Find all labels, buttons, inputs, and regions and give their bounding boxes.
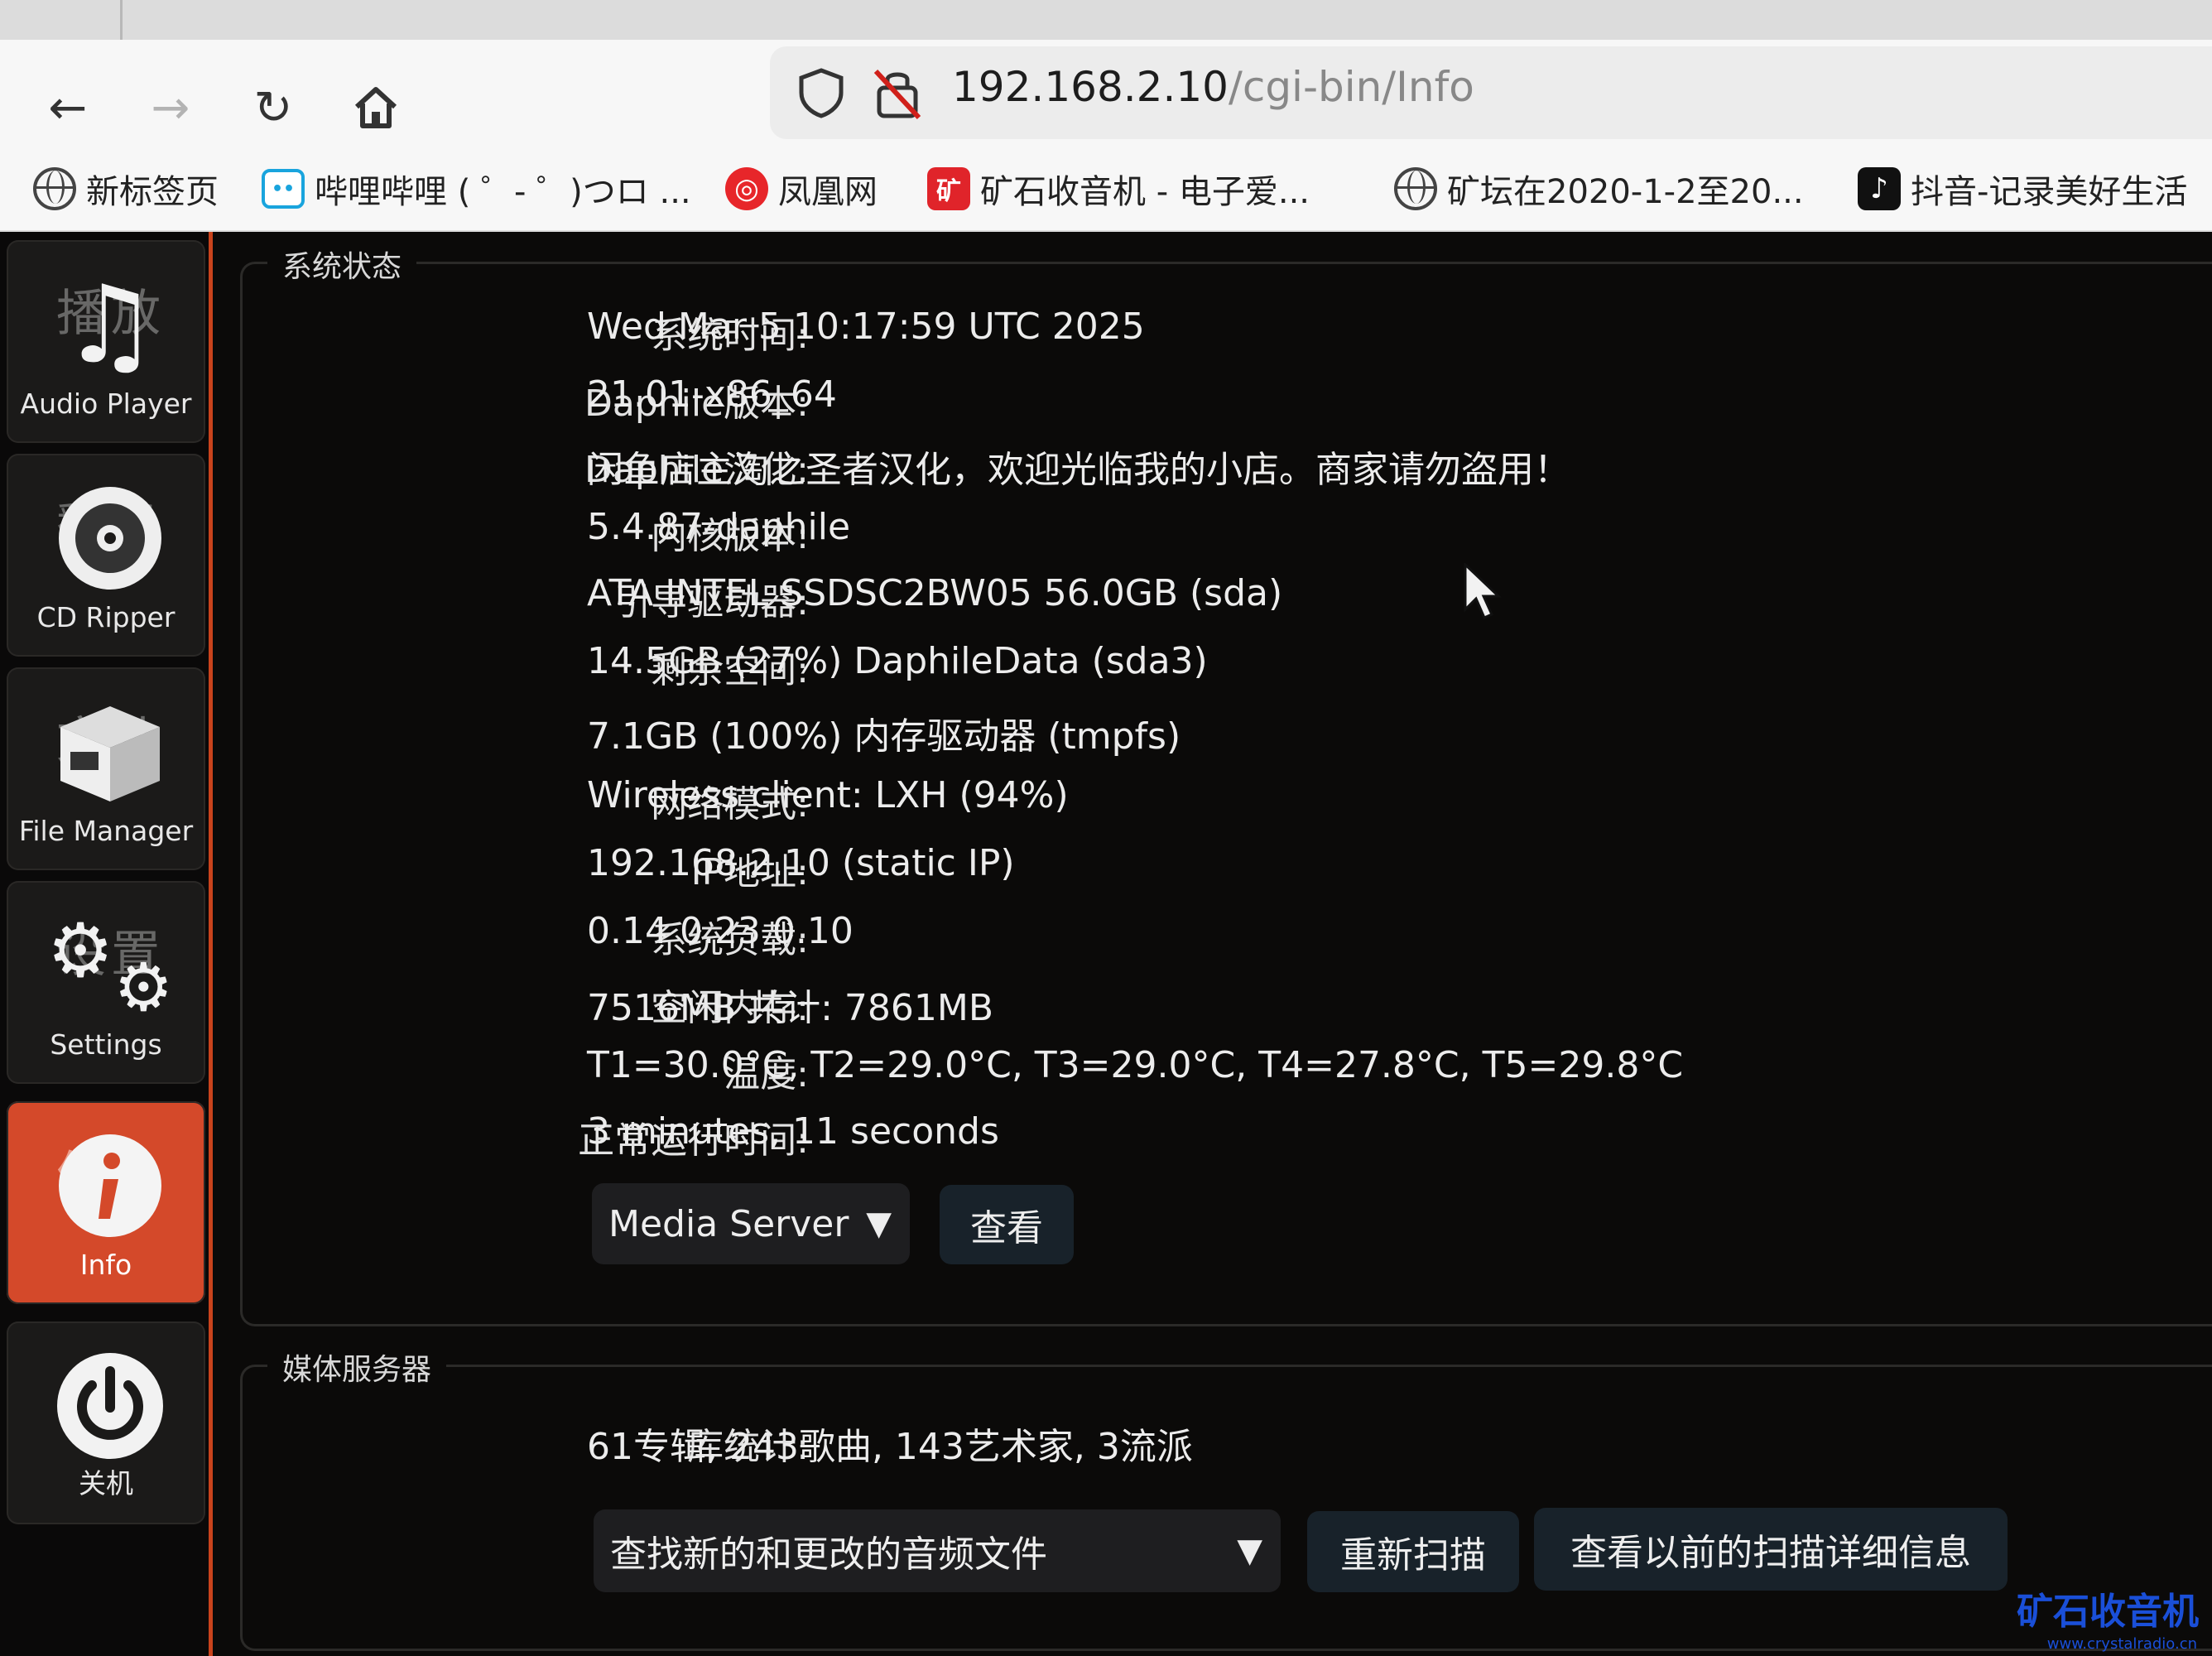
- media-value: 61专辑, 243歌曲, 143艺术家, 3流派: [587, 1426, 1193, 1468]
- status-row-free-space-ram: 7.1GB (100%) 内存驱动器 (tmpfs): [243, 706, 2212, 758]
- status-value: 14.5GB (27%) DaphileData (sda3): [587, 640, 1208, 682]
- view-scan-details-button[interactable]: 查看以前的扫描详细信息: [1534, 1508, 2008, 1591]
- sidebar-item-audio-player[interactable]: 播放 ♫ Audio Player: [7, 240, 205, 443]
- media-server-panel: 媒体服务器 库统计: 61专辑, 243歌曲, 143艺术家, 3流派 重新扫描…: [240, 1346, 2212, 1651]
- status-row-load: 系统负载: 0.14 0.23 0.10: [243, 910, 2212, 961]
- watermark: 矿石收音机: [2017, 1591, 2199, 1633]
- status-value: 闲鱼店主淘之圣者汉化，欢迎光临我的小店。商家请勿盗用！: [587, 449, 1570, 491]
- sidebar-item-file-manager[interactable]: 文件 File Manager: [7, 667, 205, 870]
- status-row-free-space: 剩余空间: 14.5GB (27%) DaphileData (sda3): [243, 640, 2212, 691]
- bilibili-icon: ••: [262, 169, 305, 209]
- status-value: 7516MB 共计: 7861MB: [587, 987, 994, 1029]
- sidebar-item-label: Info: [79, 1249, 132, 1281]
- shield-icon[interactable]: [795, 66, 848, 119]
- power-icon: [52, 1348, 168, 1464]
- box-icon: [52, 694, 168, 810]
- view-log-button[interactable]: 查看: [940, 1185, 1074, 1264]
- status-value: T1=30.0°C, T2=29.0°C, T3=29.0°C, T4=27.8…: [587, 1044, 1684, 1086]
- sidebar-item-label: Audio Player: [20, 388, 192, 420]
- status-value: 3 minutes, 11 seconds: [587, 1110, 999, 1153]
- system-status-panel: 系统状态 系统时间: Wed Mar 5 10:17:59 UTC 2025 D…: [240, 243, 2212, 1326]
- address-bar[interactable]: 192.168.2.10/cgi-bin/Info: [770, 46, 2212, 139]
- status-value: Wireless client: LXH (94%): [587, 774, 1069, 816]
- status-row-daphile-version: Daphile版本: 21.01-x86_64: [243, 373, 2212, 425]
- daphile-app: 播放 ♫ Audio Player 翻录 CD Ripper 文件 File M…: [0, 232, 2212, 1656]
- sidebar-item-label: Settings: [50, 1028, 162, 1061]
- bookmark-bilibili[interactable]: •• 哔哩哔哩 ( ゜- ゜)つロ ...: [262, 162, 691, 215]
- dropdown-arrow-icon: ▼: [1237, 1532, 1262, 1570]
- tab-separator: [120, 0, 123, 40]
- navigation-bar: ← → ↻ 192.168.2.10/cgi-bin/Info: [0, 40, 2212, 147]
- dropdown-arrow-icon: ▼: [866, 1205, 892, 1243]
- status-row-kernel: 内核版本: 5.4.87-daphile: [243, 506, 2212, 557]
- tiktok-icon: ♪: [1858, 167, 1901, 210]
- ifeng-icon: ◎: [725, 167, 768, 210]
- info-icon: [52, 1128, 168, 1244]
- log-file-selected: Media Server: [608, 1202, 849, 1245]
- rescan-mode-selected: 查找新的和更改的音频文件: [610, 1533, 1047, 1576]
- music-note-icon: ♫: [61, 262, 159, 388]
- status-row-free-memory: 空闲内存: 7516MB 共计: 7861MB: [243, 978, 2212, 1029]
- sidebar: 播放 ♫ Audio Player 翻录 CD Ripper 文件 File M…: [0, 232, 213, 1656]
- bookmark-label: 矿坛在2020-1-2至20...: [1447, 173, 1804, 211]
- sidebar-item-settings[interactable]: 设置 ⚙ ⚙ Settings: [7, 881, 205, 1084]
- bookmark-label: 哔哩哔哩 ( ゜- ゜)つロ ...: [315, 173, 691, 211]
- rescan-mode-select[interactable]: 查找新的和更改的音频文件 ▼: [594, 1509, 1281, 1592]
- panel-legend: 系统状态: [267, 243, 417, 286]
- home-icon[interactable]: [341, 73, 411, 142]
- bookmark-label: 凤凰网: [778, 173, 878, 211]
- mouse-cursor-icon: [1464, 563, 1502, 619]
- back-icon[interactable]: ←: [33, 73, 103, 142]
- watermark-subtitle: www.crystalradio.cn: [2046, 1635, 2197, 1653]
- sidebar-item-label: CD Ripper: [36, 601, 176, 633]
- rescan-button[interactable]: 重新扫描: [1307, 1511, 1519, 1592]
- status-row-ip-address: IP地址: 192.168.2.10 (static IP): [243, 842, 2212, 893]
- bookmark-ifeng[interactable]: ◎ 凤凰网: [725, 162, 878, 215]
- log-file-select[interactable]: Media Server ▼: [592, 1183, 910, 1264]
- globe-icon: [1394, 167, 1437, 210]
- globe-icon: [33, 167, 76, 210]
- bookmark-label: 抖音-记录美好生活: [1911, 173, 2188, 211]
- sidebar-item-cd-ripper[interactable]: 翻录 CD Ripper: [7, 454, 205, 657]
- panel-legend: 媒体服务器: [267, 1346, 447, 1389]
- status-row-system-time: 系统时间: Wed Mar 5 10:17:59 UTC 2025: [243, 306, 2212, 357]
- status-value: ATA INTEL SSDSC2BW05 56.0GB (sda): [587, 572, 1283, 614]
- status-row-boot-drive: 引导驱动器: ATA INTEL SSDSC2BW05 56.0GB (sda): [243, 572, 2212, 623]
- tab-strip: [0, 0, 2212, 40]
- status-value: 5.4.87-daphile: [587, 506, 851, 548]
- status-value: Wed Mar 5 10:17:59 UTC 2025: [587, 306, 1145, 348]
- url-text[interactable]: 192.168.2.10/cgi-bin/Info: [952, 63, 1474, 111]
- status-row-uptime: 正常运行时间: 3 minutes, 11 seconds: [243, 1110, 2212, 1162]
- status-row-network: 网络模式: Wireless client: LXH (94%): [243, 774, 2212, 826]
- status-value: 21.01-x86_64: [587, 373, 837, 416]
- media-row-library: 库统计: 61专辑, 243歌曲, 143艺术家, 3流派: [243, 1417, 2212, 1468]
- bookmark-new-tab[interactable]: 新标签页: [33, 162, 219, 215]
- bookmark-forum[interactable]: 矿坛在2020-1-2至20...: [1394, 162, 1804, 215]
- bookmark-label: 新标签页: [86, 173, 219, 211]
- status-row-localization: Daphile汉化: 闲鱼店主淘之圣者汉化，欢迎光临我的小店。商家请勿盗用！: [243, 440, 2212, 491]
- insecure-lock-icon[interactable]: [871, 65, 924, 121]
- reload-icon[interactable]: ↻: [238, 73, 308, 142]
- sidebar-item-shutdown[interactable]: 关机: [7, 1321, 205, 1524]
- sidebar-item-info[interactable]: 信息 Info: [7, 1101, 205, 1304]
- status-row-temperature: 温度: T1=30.0°C, T2=29.0°C, T3=29.0°C, T4=…: [243, 1044, 2212, 1095]
- sidebar-item-label: 关机: [79, 1467, 133, 1500]
- bookmark-douyin[interactable]: ♪ 抖音-记录美好生活: [1858, 162, 2187, 215]
- status-row-log-file: 日志文件:: [243, 1203, 2212, 1254]
- status-value: 192.168.2.10 (static IP): [587, 842, 1015, 884]
- url-host: 192.168.2.10: [952, 63, 1229, 111]
- status-value: 7.1GB (100%) 内存驱动器 (tmpfs): [587, 715, 1181, 758]
- gears-icon: ⚙ ⚙: [46, 907, 174, 1026]
- url-path: /cgi-bin/Info: [1228, 63, 1474, 111]
- bookmark-crystalradio[interactable]: 矿 矿石收音机 - 电子爱...: [927, 162, 1310, 215]
- bookmarks-bar: 新标签页 •• 哔哩哔哩 ( ゜- ゜)つロ ... ◎ 凤凰网 矿 矿石收音机…: [0, 147, 2212, 232]
- sidebar-item-label: File Manager: [18, 815, 194, 847]
- status-value: 0.14 0.23 0.10: [587, 910, 854, 952]
- cd-icon: [52, 480, 168, 596]
- kuang-icon: 矿: [927, 167, 970, 210]
- forward-icon[interactable]: →: [136, 73, 205, 142]
- bookmark-label: 矿石收音机 - 电子爱...: [980, 173, 1310, 211]
